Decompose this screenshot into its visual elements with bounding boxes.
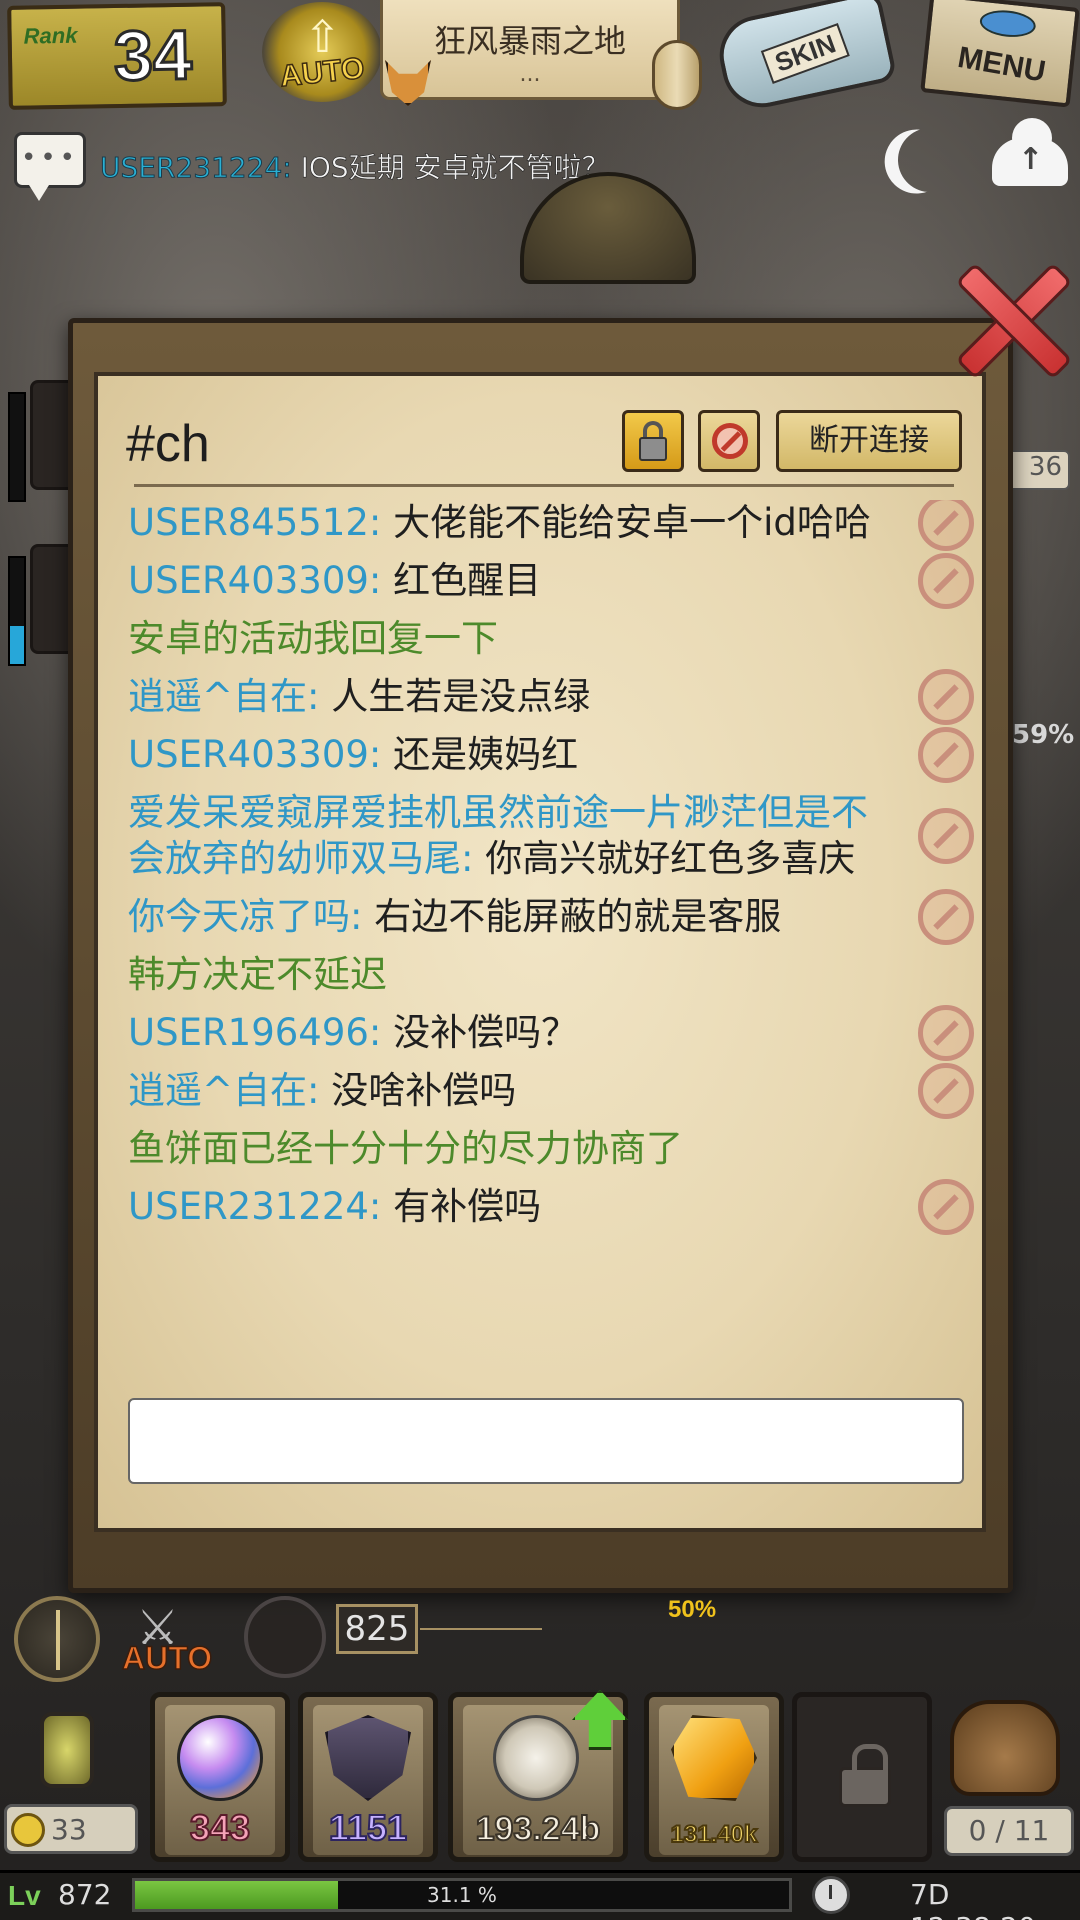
item-slot-shield[interactable]: 1151 <box>298 1692 438 1862</box>
message-text: 没啥补偿吗 <box>331 1069 517 1112</box>
rank-value: 34 <box>112 14 194 96</box>
chat-message: 逍遥^自在: 没啥补偿吗 <box>128 1063 978 1119</box>
block-user-icon[interactable] <box>918 1005 974 1061</box>
message-text: 没补偿吗？ <box>393 1011 579 1054</box>
message-user[interactable]: USER403309: <box>128 733 393 776</box>
side-gauge <box>8 556 26 666</box>
auto-label: AUTO <box>278 51 367 94</box>
item-slot-gem[interactable]: 131.40k <box>644 1692 784 1862</box>
ticker-user: USER231224: <box>100 151 293 185</box>
message-user[interactable]: 逍遥^自在: <box>128 1069 331 1112</box>
item-value: 1151 <box>328 1806 408 1849</box>
system-message-text: 安卓的活动我回复一下 <box>128 617 498 660</box>
disconnect-button[interactable]: 断开连接 <box>776 410 962 472</box>
message-user[interactable]: USER196496: <box>128 1011 393 1054</box>
item-slot-orb[interactable]: 343 <box>150 1692 290 1862</box>
message-user[interactable]: USER403309: <box>128 559 393 602</box>
chat-message: 安卓的活动我回复一下 <box>128 616 978 662</box>
side-gauge <box>8 392 26 502</box>
chat-message: 鱼饼面已经十分十分的尽力协商了 <box>128 1126 978 1172</box>
coin-icon <box>11 1813 45 1847</box>
stage-percent: 50% <box>668 1596 717 1623</box>
message-user[interactable]: 逍遥^自在: <box>128 675 331 718</box>
fish-icon <box>978 7 1038 40</box>
locked-item-slot[interactable] <box>792 1692 932 1862</box>
level-icon: Lv <box>8 1880 41 1911</box>
chat-message: USER403309: 还是姨妈红 <box>128 727 978 783</box>
chat-input[interactable] <box>128 1398 964 1484</box>
block-user-icon[interactable] <box>918 553 974 609</box>
block-user-icon[interactable] <box>918 1179 974 1235</box>
block-user-icon[interactable] <box>918 727 974 783</box>
chat-message: 逍遥^自在: 人生若是没点绿 <box>128 669 978 725</box>
gold-counter: 33 <box>4 1804 138 1854</box>
auto-advance-button[interactable]: ⇧ AUTO <box>262 2 382 102</box>
message-text: 你高兴就好红色多喜庆 <box>485 837 856 880</box>
gold-value: 33 <box>51 1813 87 1846</box>
menu-button[interactable]: MENU <box>920 0 1080 108</box>
lock-icon <box>839 1744 891 1807</box>
orb-icon <box>177 1715 263 1801</box>
block-user-icon[interactable] <box>918 669 974 725</box>
timer-value: 7D 12:38:20 <box>910 1878 1036 1920</box>
message-text: 有补偿吗 <box>393 1185 542 1228</box>
chat-message: 爱发呆爱窥屏爱挂机虽然前途一片渺茫但是不会放弃的幼师双马尾: 你高兴就好红色多喜… <box>128 790 978 882</box>
rank-plate[interactable]: Rank 34 <box>7 2 227 110</box>
message-text: 红色醒目 <box>393 559 542 602</box>
right-percent: 59% <box>1012 720 1075 750</box>
bag-count: 0 / 11 <box>944 1806 1074 1856</box>
ticker-message: IOS延期 安卓就不管啦？ <box>291 151 610 185</box>
skin-label: SKIN <box>760 22 850 84</box>
lock-button[interactable] <box>622 410 684 472</box>
close-icon[interactable] <box>950 258 1070 378</box>
rank-label: Rank <box>23 22 78 49</box>
message-text: 人生若是没点绿 <box>331 675 591 718</box>
auto-battle-button[interactable]: ⚔ AUTO <box>118 1600 228 1680</box>
block-user-icon[interactable] <box>918 500 974 551</box>
block-user-icon[interactable] <box>918 808 974 864</box>
item-value: 193.24b <box>475 1809 602 1849</box>
item-value: 131.40k <box>670 1820 759 1849</box>
message-user[interactable]: 你今天凉了吗: <box>128 895 374 938</box>
scroll-roll-icon <box>652 40 702 110</box>
hourglass-icon[interactable] <box>14 1700 102 1800</box>
chat-message: USER403309: 红色醒目 <box>128 553 978 609</box>
stage-level: 825 <box>336 1604 418 1654</box>
cloud-upload-icon[interactable]: ↑ <box>992 118 1068 186</box>
message-text: 大佬能不能给安卓一个id哈哈 <box>393 501 871 544</box>
message-text: 还是姨妈红 <box>393 733 579 776</box>
block-list-button[interactable] <box>698 410 760 472</box>
chat-message: USER196496: 没补偿吗？ <box>128 1005 978 1061</box>
message-user[interactable]: USER845512: <box>128 501 393 544</box>
bag-icon[interactable] <box>950 1700 1060 1796</box>
block-user-icon[interactable] <box>918 1063 974 1119</box>
header-divider <box>134 484 954 487</box>
player-level: 872 <box>58 1878 112 1911</box>
menu-label: MENU <box>955 40 1049 89</box>
system-message-text: 韩方决定不延迟 <box>128 953 387 996</box>
message-user[interactable]: USER231224: <box>128 1185 393 1228</box>
message-list[interactable]: USER845512: 大佬能不能给安卓一个id哈哈 USER403309: 红色… <box>128 500 978 1386</box>
clock-icon <box>812 1876 850 1914</box>
chat-message: 韩方决定不延迟 <box>128 952 978 998</box>
item-value: 343 <box>189 1806 251 1849</box>
message-text: 右边不能屏蔽的就是客服 <box>374 895 782 938</box>
chat-ticker[interactable]: USER231224: IOS延期 安卓就不管啦？ <box>100 146 610 186</box>
xp-progress-bar: 31.1 % <box>132 1878 792 1912</box>
crosshair-icon[interactable] <box>244 1596 326 1678</box>
gear-icon <box>493 1715 579 1801</box>
block-user-icon[interactable] <box>918 889 974 945</box>
compass-icon[interactable] <box>14 1596 100 1682</box>
location-title: 狂风暴雨之地 <box>433 22 626 60</box>
block-icon <box>712 423 748 459</box>
chat-message: USER231224: 有补偿吗 <box>128 1179 978 1235</box>
system-message-text: 鱼饼面已经十分十分的尽力协商了 <box>128 1127 683 1170</box>
chat-message: USER845512: 大佬能不能给安卓一个id哈哈 <box>128 500 978 551</box>
xp-percent: 31.1 % <box>427 1883 497 1907</box>
stage-progress-line <box>420 1628 542 1630</box>
auto-battle-label: AUTO <box>121 1639 213 1677</box>
chat-bubble-icon[interactable]: ••• <box>14 132 86 201</box>
chat-message: 你今天凉了吗: 右边不能屏蔽的就是客服 <box>128 889 978 945</box>
channel-name: #ch <box>126 415 210 473</box>
